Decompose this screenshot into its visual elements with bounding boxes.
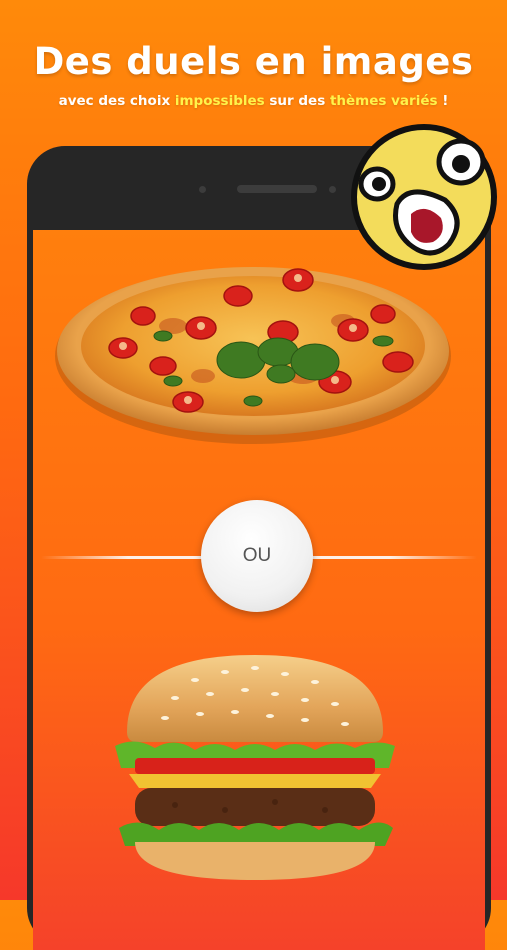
surprised-emoji-icon — [351, 124, 497, 270]
subheadline-highlight: thèmes variés — [329, 93, 438, 109]
phone-screen: OU — [33, 230, 485, 950]
phone-sensor — [199, 186, 206, 193]
subheadline-part: ! — [437, 93, 449, 109]
or-button[interactable]: OU — [201, 500, 313, 612]
subheadline-part: avec des choix — [58, 93, 175, 109]
phone-camera — [329, 186, 336, 193]
subheadline-highlight: impossibles — [174, 93, 265, 109]
burger-image[interactable] — [105, 650, 405, 880]
pizza-image[interactable] — [53, 256, 453, 446]
subheadline-part: sur des — [264, 93, 330, 109]
headline: Des duels en images — [33, 40, 474, 83]
phone-speaker — [237, 185, 317, 193]
subheadline: avec des choix impossibles sur des thème… — [0, 93, 507, 109]
